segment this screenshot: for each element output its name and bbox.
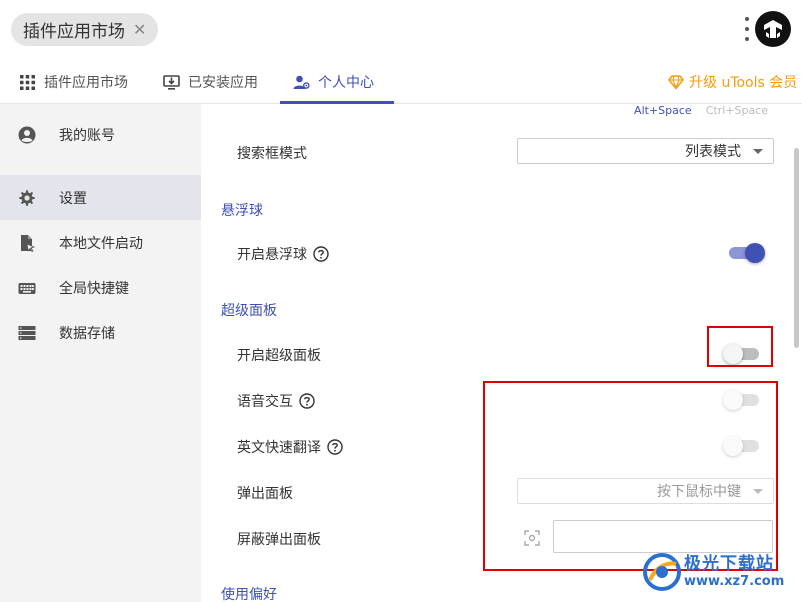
tab-installed[interactable]: 已安装应用: [163, 60, 258, 104]
keyboard-icon: [18, 282, 36, 294]
utools-logo-icon[interactable]: [755, 11, 791, 47]
close-icon[interactable]: ✕: [133, 21, 146, 38]
watermark-logo-icon: [643, 553, 681, 591]
watermark-site-name: 极光下载站: [684, 554, 774, 574]
section-title-preferences: 使用偏好: [221, 587, 277, 602]
upgrade-label: 升级 uTools 会员: [689, 75, 798, 91]
sidebar-item-label: 全局快捷键: [59, 280, 129, 297]
voice-interaction-label: 语音交互: [237, 391, 315, 411]
title-bar: 插件应用市场 ✕: [0, 0, 802, 60]
sidebar-item-global-shortcuts[interactable]: 全局快捷键: [0, 265, 201, 310]
tab-label: 个人中心: [318, 75, 374, 91]
app-window: 插件应用市场 ✕ 插件应用市场 已安装应用 个人中心 升级 uTools 会员 …: [0, 0, 802, 602]
quick-translate-label: 英文快速翻译: [237, 437, 343, 457]
sidebar-item-settings[interactable]: 设置: [0, 175, 201, 220]
settings-sidebar: 我的账号 设置 本地文件启动 全局快捷键 数据存储: [0, 104, 201, 602]
diamond-icon: [668, 75, 684, 90]
annotation-box-super-panel-toggle: [707, 326, 773, 367]
launch-hotkey-options: Alt+Space Ctrl+Space: [634, 104, 768, 117]
search-mode-label: 搜索框模式: [237, 146, 307, 162]
tab-plugin-market[interactable]: 插件应用市场: [19, 60, 128, 104]
enable-super-panel-label: 开启超级面板: [237, 348, 321, 364]
sidebar-item-label: 设置: [59, 190, 87, 207]
file-launch-icon: [21, 234, 36, 252]
sidebar-item-data-storage[interactable]: 数据存储: [0, 310, 201, 355]
chevron-down-icon: [753, 149, 763, 154]
hotkey-option-ctrl-space[interactable]: Ctrl+Space: [706, 104, 768, 117]
tab-label: 插件应用市场: [44, 75, 128, 91]
user-settings-icon: [293, 75, 310, 89]
watermark-url: www.xz7.com: [684, 574, 785, 589]
help-icon[interactable]: [299, 393, 315, 409]
grid-icon: [20, 74, 35, 90]
main-tab-bar: 插件应用市场 已安装应用 个人中心 升级 uTools 会员: [0, 60, 802, 104]
sidebar-item-local-file-launch[interactable]: 本地文件启动: [0, 220, 201, 265]
gear-icon: [19, 189, 35, 206]
site-watermark: 极光下载站 www.xz7.com: [640, 548, 800, 598]
section-title-float-ball: 悬浮球: [221, 203, 263, 219]
enable-float-ball-label: 开启悬浮球: [237, 244, 329, 264]
window-title: 插件应用市场: [23, 22, 125, 42]
content-scrollbar[interactable]: [794, 148, 799, 348]
tab-label: 已安装应用: [188, 75, 258, 91]
sidebar-item-label: 我的账号: [59, 127, 115, 144]
hotkey-option-alt-space[interactable]: Alt+Space: [634, 104, 692, 117]
help-icon[interactable]: [313, 246, 329, 262]
help-icon[interactable]: [327, 439, 343, 455]
search-mode-value: 列表模式: [685, 144, 741, 160]
more-menu-icon[interactable]: [742, 17, 752, 41]
upgrade-membership-link[interactable]: 升级 uTools 会员: [668, 60, 797, 104]
tab-personal-center[interactable]: 个人中心: [293, 60, 374, 104]
section-title-super-panel: 超级面板: [221, 303, 277, 319]
storage-icon: [18, 325, 36, 340]
sidebar-item-label: 本地文件启动: [59, 235, 143, 252]
search-mode-select[interactable]: 列表模式: [517, 138, 774, 164]
block-popup-label: 屏蔽弹出面板: [237, 532, 321, 548]
float-ball-toggle[interactable]: [727, 242, 765, 263]
window-title-pill[interactable]: 插件应用市场 ✕: [11, 13, 159, 46]
sidebar-item-my-account[interactable]: 我的账号: [0, 112, 201, 157]
account-icon: [18, 126, 36, 143]
popup-panel-label: 弹出面板: [237, 486, 293, 502]
sidebar-item-label: 数据存储: [59, 325, 115, 342]
installed-monitor-icon: [163, 74, 180, 90]
annotation-box-super-panel-options: [483, 381, 778, 571]
